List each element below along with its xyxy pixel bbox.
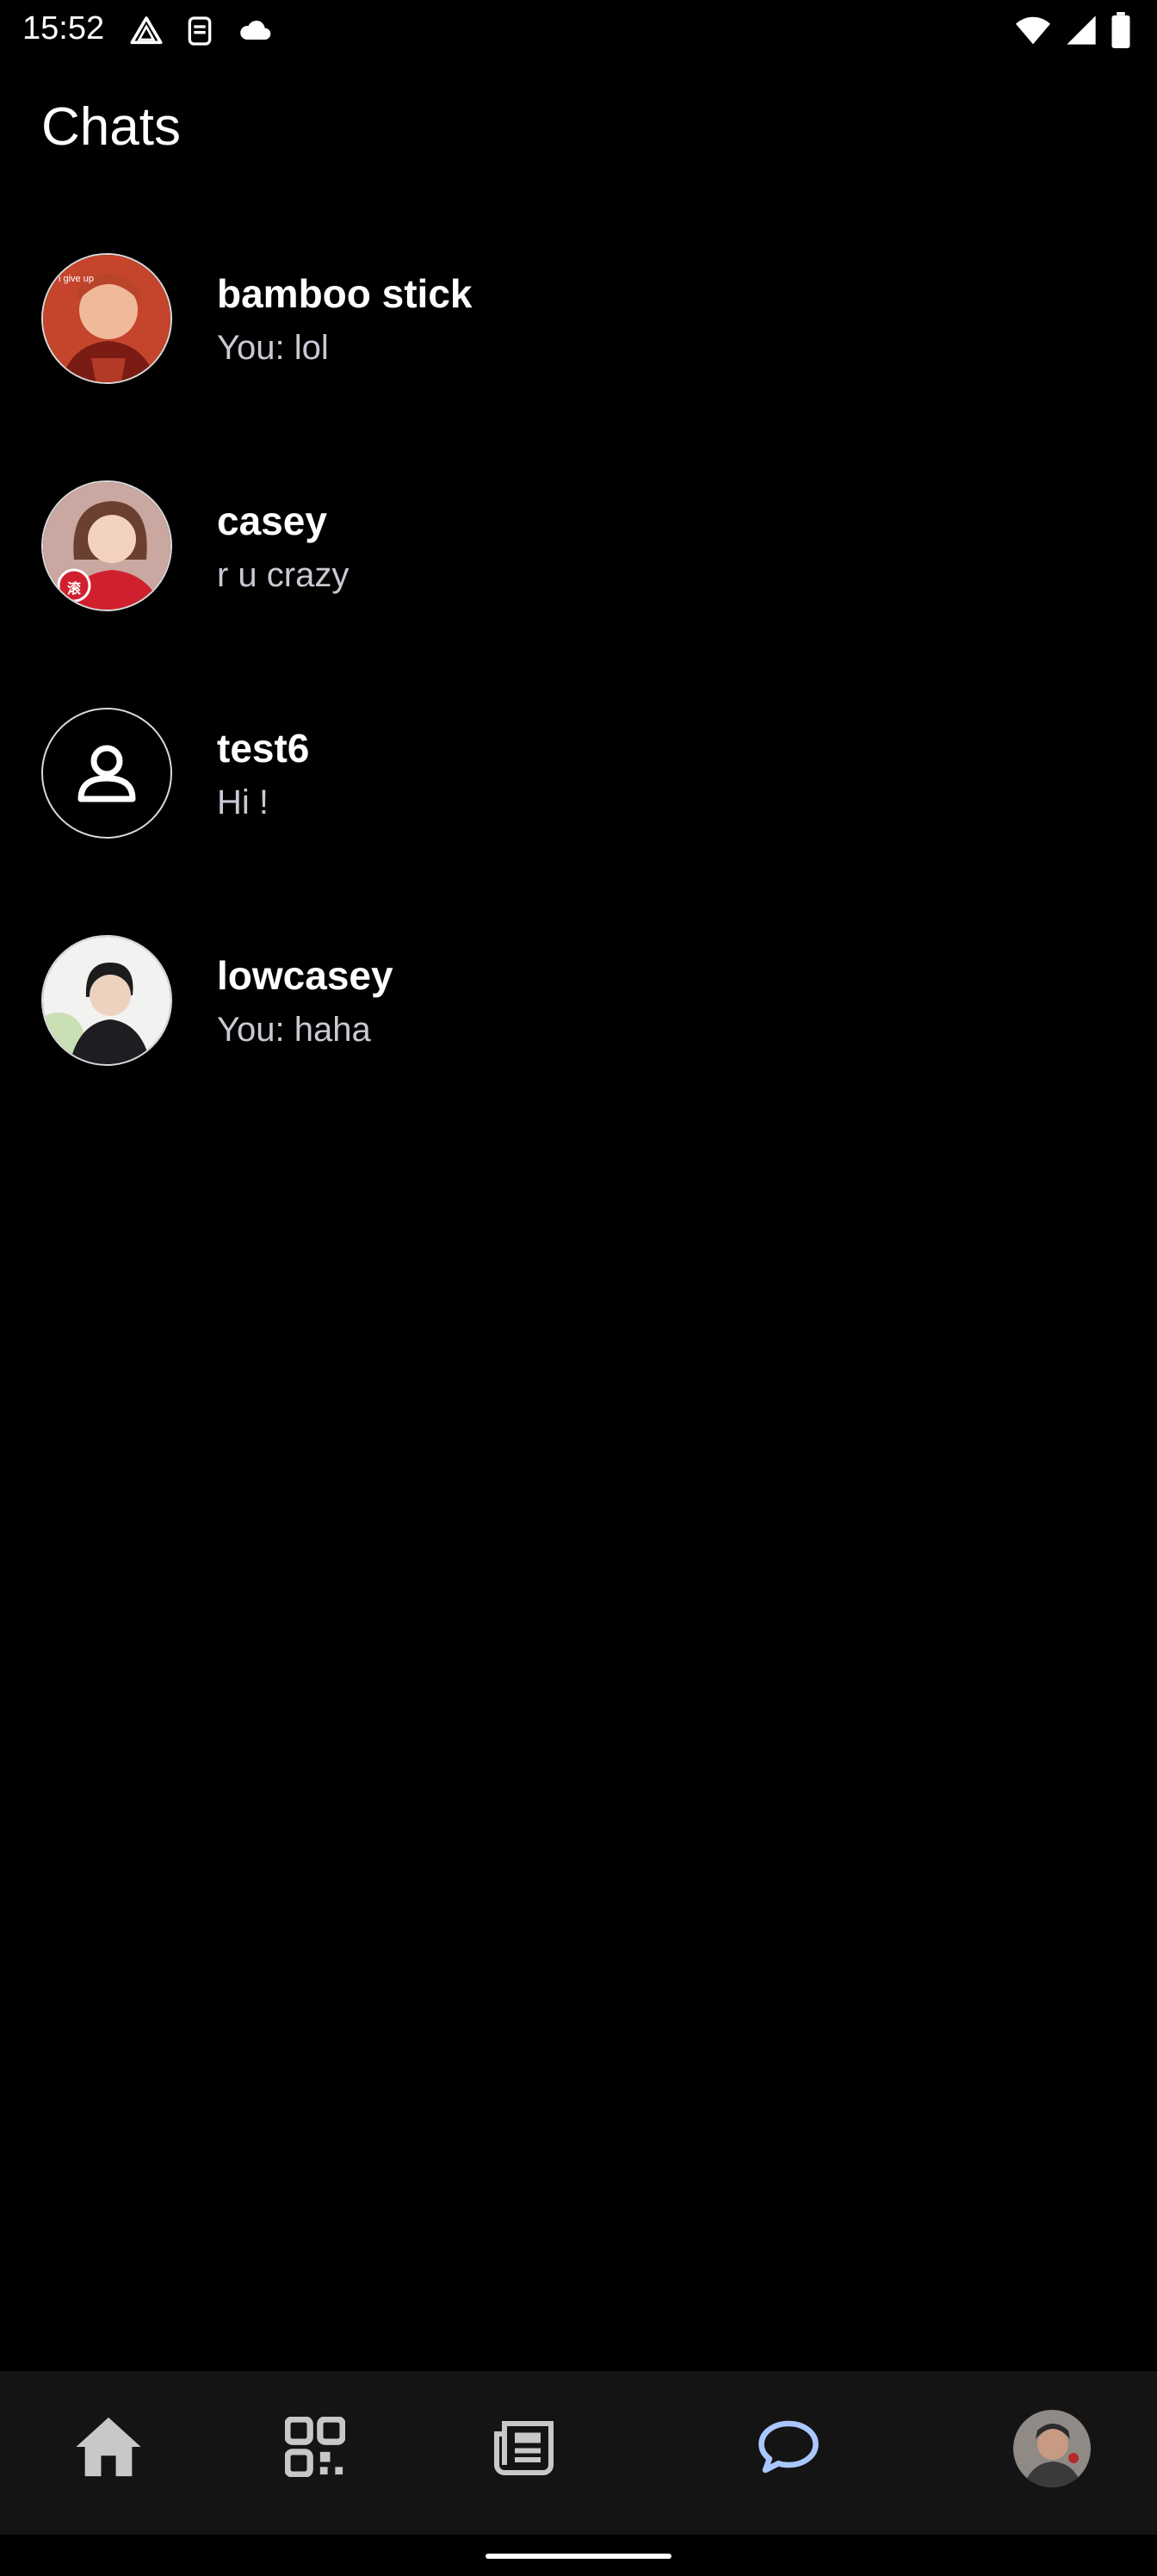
- chat-preview: You: lol: [217, 329, 329, 367]
- status-right-icons: [1014, 12, 1131, 53]
- home-icon: [73, 2414, 144, 2484]
- status-time: 15:52: [22, 10, 105, 46]
- gesture-handle[interactable]: [486, 2554, 671, 2559]
- status-bar: 15:52: [0, 0, 1157, 64]
- nav-profile[interactable]: [1009, 2406, 1095, 2492]
- chat-name: lowcasey: [217, 953, 393, 998]
- avatar: i give up: [41, 253, 172, 384]
- chat-item-casey[interactable]: 滚 casey r u crazy: [0, 460, 1157, 687]
- chats-screen: 15:52 Chats i give up bamboo stick You: …: [0, 0, 1157, 2576]
- chat-item-lowcasey[interactable]: lowcasey You: haha: [0, 914, 1157, 1142]
- chat-name: test6: [217, 726, 310, 771]
- wifi-icon: [1014, 13, 1052, 52]
- chat-preview: You: haha: [217, 1011, 371, 1049]
- battery-icon: [1111, 12, 1131, 53]
- avatar: 滚: [41, 480, 172, 611]
- profile-avatar: [1013, 2410, 1091, 2487]
- avatar-caption: i give up: [59, 274, 94, 284]
- chat-preview: Hi !: [217, 783, 269, 821]
- chat-bubble-icon: [756, 2418, 821, 2480]
- cloud-icon: [236, 14, 274, 53]
- nav-qr[interactable]: [272, 2406, 358, 2492]
- chat-item-test6[interactable]: test6 Hi !: [0, 687, 1157, 914]
- avatar-sign-glyph: 滚: [67, 582, 82, 597]
- default-person-icon: [41, 708, 172, 839]
- nav-chats[interactable]: [746, 2406, 832, 2492]
- chat-name: bamboo stick: [217, 271, 473, 316]
- nav-news[interactable]: [482, 2406, 568, 2492]
- status-left-icons: [129, 14, 274, 53]
- chat-item-bamboo-stick[interactable]: i give up bamboo stick You: lol: [0, 232, 1157, 460]
- chat-list: i give up bamboo stick You: lol 滚 casey …: [0, 232, 1157, 1142]
- shield-icon: [183, 14, 217, 53]
- nav-home[interactable]: [65, 2406, 152, 2492]
- page-title: Chats: [41, 97, 181, 157]
- drive-icon: [129, 14, 164, 53]
- chat-preview: r u crazy: [217, 556, 350, 594]
- avatar: [41, 935, 172, 1066]
- qr-code-icon: [284, 2415, 346, 2481]
- bottom-nav: [0, 2371, 1157, 2535]
- signal-icon: [1064, 13, 1098, 52]
- news-icon: [494, 2418, 556, 2480]
- chat-name: casey: [217, 498, 327, 543]
